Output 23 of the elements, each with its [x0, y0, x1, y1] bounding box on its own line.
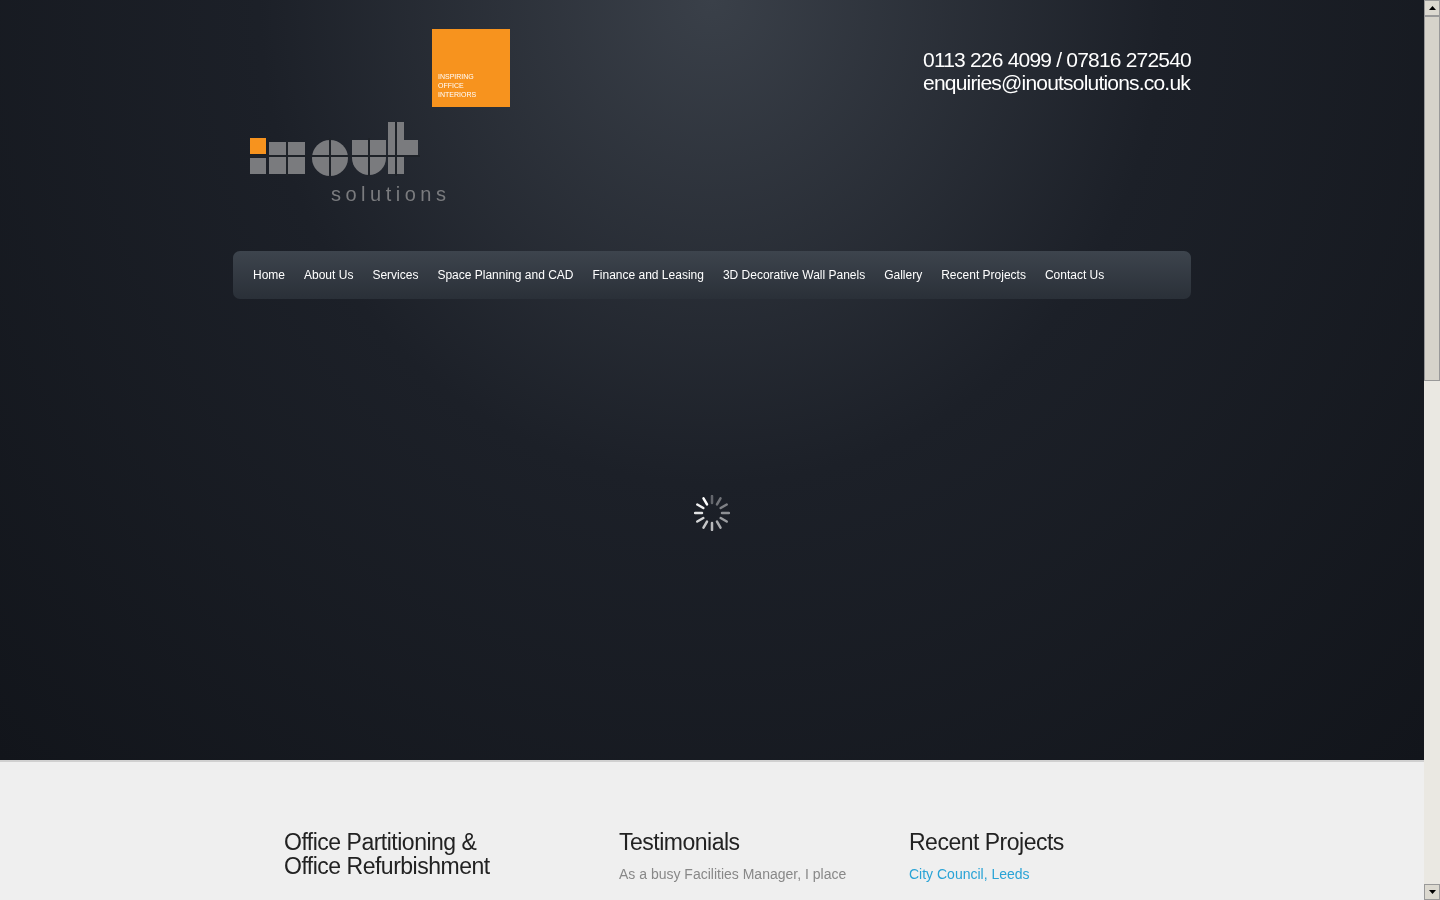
nav-link[interactable]: Contact Us — [1044, 268, 1105, 282]
nav-link[interactable]: 3D Decorative Wall Panels — [722, 268, 866, 282]
section-heading: Recent Projects — [909, 830, 1064, 854]
scrollbar-thumb[interactable] — [1424, 16, 1440, 381]
nav-link[interactable]: Finance and Leasing — [592, 268, 704, 282]
testimonial-text: As a busy Facilities Manager, I place — [619, 866, 848, 882]
nav-link[interactable]: Services — [372, 268, 419, 282]
loading-spinner-icon — [694, 495, 730, 531]
down-arrow-icon — [1428, 890, 1436, 894]
nav-link[interactable]: Recent Projects — [941, 268, 1026, 282]
scroll-up-button[interactable] — [1424, 0, 1440, 16]
nav-link[interactable]: About Us — [304, 268, 354, 282]
phone-numbers: 0113 226 4099 / 07816 272540 — [923, 48, 1191, 71]
section-heading: Testimonials — [619, 830, 741, 854]
up-arrow-icon — [1428, 6, 1436, 10]
section-heading: Office Partitioning & Office Refurbishment — [284, 830, 491, 878]
email-address: enquiries@inoutsolutions.co.uk — [923, 71, 1191, 94]
scroll-down-button[interactable] — [1424, 884, 1440, 900]
nav-link[interactable]: Space Planning and CAD — [437, 268, 574, 282]
nav-link[interactable]: Home — [253, 268, 285, 282]
logo-wordmark: solutions — [331, 184, 452, 204]
nav-link[interactable]: Gallery — [884, 268, 923, 282]
scrollbar[interactable] — [1424, 0, 1440, 900]
